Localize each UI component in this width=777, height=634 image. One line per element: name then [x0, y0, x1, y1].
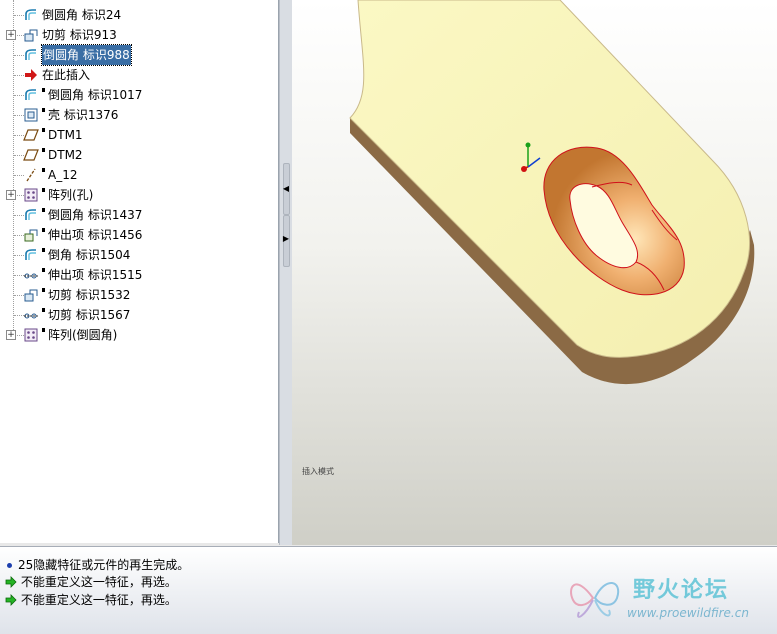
round-icon [23, 207, 39, 223]
expand-plus-icon[interactable]: + [6, 330, 16, 340]
tree-item-label: 在此插入 [42, 68, 91, 82]
model-tree-panel: 倒圆角 标识24 + 切剪 标识913 倒圆角 标识988 在此插入倒圆角 标识1017… [0, 0, 279, 543]
revolve-icon [23, 307, 39, 323]
tree-item-label: 倒圆角 标识1437 [48, 208, 143, 222]
tree-item-label: 阵列(孔) [48, 188, 94, 202]
tree-item[interactable]: DTM1 [0, 125, 278, 145]
round-icon [23, 7, 39, 23]
tree-item-label: 壳 标识1376 [48, 108, 119, 122]
graphics-viewport[interactable]: 插入模式 [292, 0, 777, 545]
green-arrow-icon [5, 576, 17, 588]
status-marker [42, 188, 45, 192]
message-text: 不能重定义这一特征，再选。 [20, 575, 177, 589]
tree-item-label: 阵列(倒圆角) [48, 328, 118, 342]
round-icon [23, 47, 39, 63]
viewport-mode-label: 插入模式 [302, 467, 334, 476]
tree-item[interactable]: DTM2 [0, 145, 278, 165]
tree-item-label: 倒圆角 标识988 [41, 44, 132, 66]
tree-item-label: 切剪 标识1567 [48, 308, 131, 322]
tree-item-label: DTM2 [48, 148, 83, 162]
part-model[interactable] [292, 0, 777, 545]
tree-item[interactable]: + 阵列(孔) [0, 185, 278, 205]
pattern-icon [23, 327, 39, 343]
panel-splitter[interactable]: ◀ ▶ [279, 0, 293, 545]
status-marker [42, 328, 45, 332]
info-bullet-icon [7, 563, 12, 568]
watermark-title: 野火论坛 [633, 578, 730, 603]
tree-item-label: A_12 [48, 168, 78, 182]
insert-here-arrow-icon [23, 67, 39, 83]
expand-right-arrow-icon[interactable]: ▶ [282, 234, 290, 244]
status-marker [42, 108, 45, 112]
shell-icon [23, 107, 39, 123]
butterfly-logo-icon [570, 582, 620, 618]
expand-plus-icon[interactable]: + [6, 30, 16, 40]
tree-item[interactable]: 壳 标识1376 [0, 105, 278, 125]
tree-item-label: 倒圆角 标识24 [42, 8, 122, 22]
tree-item[interactable]: 切剪 标识1567 [0, 305, 278, 325]
tree-item[interactable]: 伸出项 标识1515 [0, 265, 278, 285]
tree-item[interactable]: 倒圆角 标识1437 [0, 205, 278, 225]
message-line: 25隐藏特征或元件的再生完成。 [5, 557, 189, 574]
cut-icon [23, 287, 39, 303]
tree-item[interactable]: 倒圆角 标识1017 [0, 85, 278, 105]
extrude-icon [23, 227, 39, 243]
green-arrow-icon [5, 594, 17, 606]
round-icon [23, 247, 39, 263]
datum-plane-icon [23, 147, 39, 163]
status-marker [42, 268, 45, 272]
message-text: 25隐藏特征或元件的再生完成。 [18, 558, 190, 572]
tree-item[interactable]: 倒圆角 标识24 [0, 5, 278, 25]
status-marker [42, 308, 45, 312]
pattern-icon [23, 187, 39, 203]
tree-item-label: 切剪 标识913 [42, 28, 117, 42]
tree-item-label: 倒角 标识1504 [48, 248, 131, 262]
collapse-left-arrow-icon[interactable]: ◀ [282, 184, 290, 194]
datum-plane-icon [23, 127, 39, 143]
status-marker [42, 128, 45, 132]
tree-item-label: 伸出项 标识1515 [48, 268, 143, 282]
datum-axis-icon [23, 167, 39, 183]
status-marker [42, 88, 45, 92]
revolve-icon [23, 267, 39, 283]
message-text: 不能重定义这一特征，再选。 [20, 593, 177, 607]
forum-watermark: 野火论坛 www.proewildfire.cn [565, 568, 771, 628]
tree-item[interactable]: 倒角 标识1504 [0, 245, 278, 265]
watermark-url: www.proewildfire.cn [627, 606, 749, 620]
message-line: 不能重定义这一特征，再选。 [5, 574, 177, 591]
expand-plus-icon[interactable]: + [6, 190, 16, 200]
message-line: 不能重定义这一特征，再选。 [5, 592, 177, 609]
status-marker [42, 228, 45, 232]
status-marker [42, 248, 45, 252]
tree-item[interactable]: A_12 [0, 165, 278, 185]
tree-item[interactable]: + 阵列(倒圆角) [0, 325, 278, 345]
tree-item[interactable]: 倒圆角 标识988 [0, 44, 278, 66]
tree-item-label: DTM1 [48, 128, 83, 142]
status-marker [42, 288, 45, 292]
tree-item[interactable]: 伸出项 标识1456 [0, 225, 278, 245]
tree-item[interactable]: + 切剪 标识913 [0, 25, 278, 45]
tree-item-label: 伸出项 标识1456 [48, 228, 143, 242]
cut-icon [23, 27, 39, 43]
tree-item[interactable]: 在此插入 [0, 65, 278, 85]
tree-item-label: 倒圆角 标识1017 [48, 88, 143, 102]
tree-item[interactable]: 切剪 标识1532 [0, 285, 278, 305]
status-marker [42, 168, 45, 172]
status-marker [42, 208, 45, 212]
status-marker [42, 148, 45, 152]
round-icon [23, 87, 39, 103]
tree-item-label: 切剪 标识1532 [48, 288, 131, 302]
